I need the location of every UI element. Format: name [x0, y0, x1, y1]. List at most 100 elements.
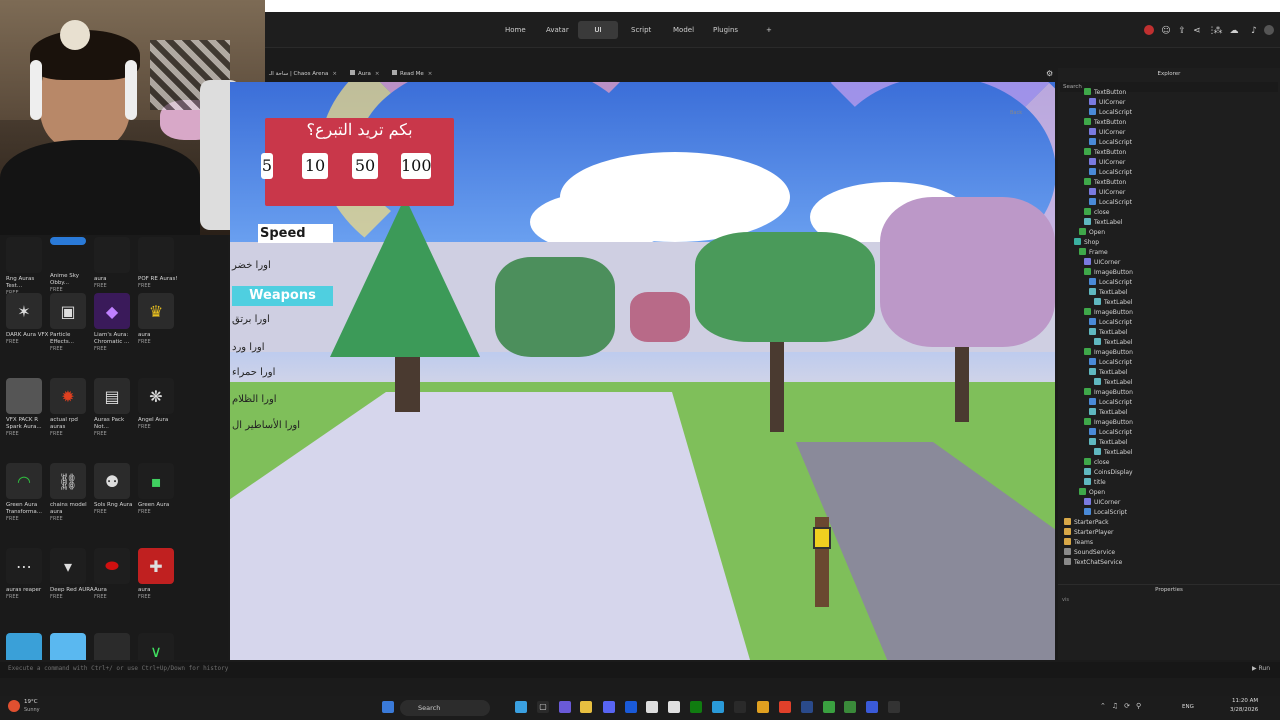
aura-list-item[interactable]: اورا حمراء: [232, 367, 275, 378]
explorer-row[interactable]: ImageButton: [1084, 268, 1133, 278]
explorer-row[interactable]: TextButton: [1084, 148, 1126, 158]
close-icon[interactable]: ×: [375, 71, 380, 77]
explorer-row[interactable]: TextLabel: [1094, 448, 1132, 458]
record-icon[interactable]: [1144, 25, 1154, 35]
explorer-row[interactable]: LocalScript: [1089, 108, 1132, 118]
explorer-row[interactable]: UICorner: [1084, 258, 1120, 268]
aura-list-item[interactable]: اورا برتق: [232, 314, 270, 325]
explorer-row[interactable]: LocalScript: [1089, 318, 1132, 328]
explorer-row[interactable]: TextLabel: [1094, 338, 1132, 348]
toolbox-item[interactable]: ⬬ Aura FREE: [94, 548, 138, 601]
toolbox-item[interactable]: Anime Sky Obby... FREE: [50, 237, 94, 294]
toolbox-item[interactable]: ▾ Deep Red AURA FREE: [50, 548, 94, 601]
chrome-icon[interactable]: [757, 701, 769, 713]
app-icon[interactable]: [646, 701, 658, 713]
explorer-row[interactable]: TextLabel: [1089, 368, 1127, 378]
toolbox-item[interactable]: ⚉ Sols Rng Aura FREE: [94, 463, 138, 516]
explorer-row[interactable]: Frame: [1079, 248, 1108, 258]
bell-icon[interactable]: ♪: [1248, 25, 1260, 37]
toolbox-item[interactable]: ▣ Particle Effects... FREE: [50, 293, 94, 353]
toolbox-item[interactable]: ✚ aura FREE: [138, 548, 182, 601]
edit-icon[interactable]: [625, 701, 637, 713]
app-icon[interactable]: [734, 701, 746, 713]
explorer-row[interactable]: TextButton: [1084, 118, 1126, 128]
tab-ui[interactable]: UI: [578, 21, 618, 39]
explorer-row[interactable]: TextLabel: [1089, 328, 1127, 338]
toolbox-item[interactable]: [6, 633, 50, 660]
explorer-row[interactable]: TextLabel: [1089, 288, 1127, 298]
explorer-row[interactable]: ImageButton: [1084, 418, 1133, 428]
toolbox-item[interactable]: [94, 633, 138, 660]
explorer-row[interactable]: UICorner: [1084, 498, 1120, 508]
toolbox-item[interactable]: ▤ Auras Pack Not... FREE: [94, 378, 138, 438]
toolbox-item[interactable]: ♛ aura FREE: [138, 293, 182, 346]
explorer-row[interactable]: SoundService: [1064, 548, 1115, 558]
explorer-row[interactable]: ImageButton: [1084, 348, 1133, 358]
collab-icon[interactable]: ⁂: [1212, 25, 1224, 37]
brave-icon[interactable]: [779, 701, 791, 713]
weapons-button[interactable]: Weapons: [232, 286, 333, 306]
explorer-row[interactable]: ImageButton: [1084, 388, 1133, 398]
toolbox-item[interactable]: ✹ actual rpd auras FREE: [50, 378, 94, 438]
tab-avatar[interactable]: Avatar: [536, 21, 579, 39]
toolbox-item[interactable]: ✶ DARK Aura VFX FREE: [6, 293, 50, 346]
explorer-row[interactable]: LocalScript: [1089, 278, 1132, 288]
explorer-row[interactable]: TextButton: [1084, 178, 1126, 188]
close-icon[interactable]: ×: [428, 71, 433, 77]
start-icon[interactable]: [382, 701, 394, 713]
explorer-row[interactable]: LocalScript: [1089, 198, 1132, 208]
donate-5-button[interactable]: 5: [261, 153, 273, 179]
run-button[interactable]: ▶ Run: [1252, 665, 1270, 672]
person-icon[interactable]: ☺: [1160, 25, 1172, 37]
command-input[interactable]: Execute a command with Ctrl+/ or use Ctr…: [8, 665, 228, 672]
tab-script[interactable]: Script: [621, 21, 661, 39]
explorer-row[interactable]: StarterPlayer: [1064, 528, 1114, 538]
explorer-row[interactable]: LocalScript: [1089, 428, 1132, 438]
explorer-row[interactable]: close: [1084, 458, 1109, 468]
clock-date[interactable]: 3/28/2026: [1230, 707, 1258, 713]
explorer-row[interactable]: TextLabel: [1084, 218, 1122, 228]
explorer-row[interactable]: CoinsDisplay: [1084, 468, 1133, 478]
explorer-row[interactable]: LocalScript: [1089, 398, 1132, 408]
explorer-row[interactable]: TextLabel: [1089, 438, 1127, 448]
avatar[interactable]: [1264, 25, 1274, 35]
toolbox-item[interactable]: Rng Auras Test...FREE: [6, 237, 50, 297]
aura-list-item[interactable]: اورا ورد: [232, 342, 265, 353]
explorer-row[interactable]: TextLabel: [1094, 378, 1132, 388]
clock-time[interactable]: 11:20 AM: [1232, 698, 1258, 704]
tray-icons[interactable]: ⌃♫⟳⚲: [1100, 702, 1147, 710]
explorer-row[interactable]: LocalScript: [1089, 168, 1132, 178]
explorer-row[interactable]: TextChatService: [1064, 558, 1122, 568]
language-indicator[interactable]: ENG: [1182, 704, 1194, 710]
explorer-row[interactable]: TextButton: [1084, 88, 1126, 98]
toolbox-item[interactable]: ❋ Angel Aura FREE: [138, 378, 182, 431]
minecraft-icon[interactable]: [823, 701, 835, 713]
donate-100-button[interactable]: 100: [401, 153, 432, 179]
folder-icon[interactable]: [580, 701, 592, 713]
gear-icon[interactable]: ⚙: [1046, 69, 1053, 78]
explorer-row[interactable]: TextLabel: [1089, 408, 1127, 418]
toolbox-item[interactable]: ◆ Liam's Aura: Chromatic ... FREE: [94, 293, 138, 353]
explorer-row[interactable]: LocalScript: [1089, 358, 1132, 368]
aura-list-item[interactable]: اورا الظلام: [232, 394, 277, 405]
edge-icon[interactable]: [515, 701, 527, 713]
toolbox-item[interactable]: aura FREE: [94, 237, 138, 290]
app-icon[interactable]: [668, 701, 680, 713]
explorer-row[interactable]: close: [1084, 208, 1109, 218]
explorer-row[interactable]: Open: [1079, 488, 1105, 498]
explorer-row[interactable]: UICorner: [1089, 98, 1125, 108]
close-icon[interactable]: ×: [332, 71, 337, 77]
toolbox-item[interactable]: ∨: [138, 633, 182, 660]
toolbox-item[interactable]: VFX PACK R Spark Aura... FREE: [6, 378, 50, 438]
steam-icon[interactable]: [801, 701, 813, 713]
upload-icon[interactable]: ⇪: [1176, 25, 1188, 37]
explorer-row[interactable]: LocalScript: [1084, 508, 1127, 518]
app-icon[interactable]: [866, 701, 878, 713]
tab-home[interactable]: Home: [495, 21, 536, 39]
tab-plugins[interactable]: Plugins: [703, 21, 748, 39]
explorer-row[interactable]: ImageButton: [1084, 308, 1133, 318]
toolbox-item[interactable]: POF RE Auras! FREE: [138, 237, 182, 290]
properties-filter-input[interactable]: vis: [1062, 597, 1069, 603]
share-icon[interactable]: ⋖: [1191, 25, 1203, 37]
explorer-row[interactable]: UICorner: [1089, 158, 1125, 168]
